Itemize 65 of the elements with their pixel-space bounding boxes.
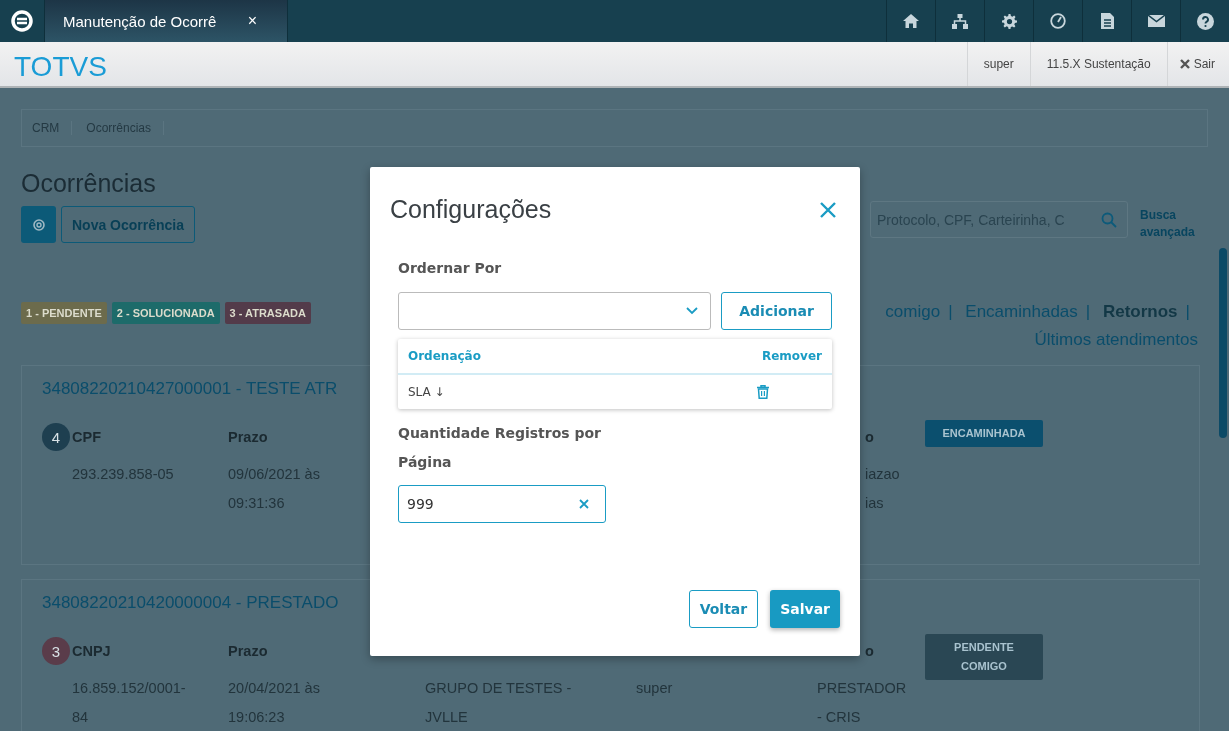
link-separator: | bbox=[1085, 302, 1091, 321]
filter-link[interactable]: Encaminhadas bbox=[965, 302, 1078, 321]
add-button[interactable]: Adicionar bbox=[721, 292, 832, 330]
hierarchy-icon[interactable] bbox=[952, 13, 968, 29]
logout-button[interactable]: Sair bbox=[1166, 42, 1229, 86]
link-separator: | bbox=[948, 302, 953, 321]
status-badge: ENCAMINHADA bbox=[925, 420, 1043, 447]
priority-badge: 3 bbox=[42, 637, 70, 665]
gauge-icon[interactable] bbox=[1050, 13, 1066, 29]
field-value: GRUPO DE TESTES - JVLLE bbox=[425, 679, 573, 727]
occurrence-title[interactable]: 34808220210427000001 - TESTE ATR bbox=[42, 378, 338, 400]
user-name[interactable]: super bbox=[966, 42, 1030, 86]
field-value: iazao ias bbox=[864, 465, 901, 513]
column-header: Remover bbox=[762, 349, 822, 363]
clear-icon[interactable] bbox=[579, 499, 589, 509]
close-icon bbox=[1179, 59, 1190, 69]
field-label: Prazo bbox=[228, 642, 269, 661]
environment-name[interactable]: 11.5.X Sustentação bbox=[1029, 42, 1167, 86]
status-legend-tag: 3 - ATRASADA bbox=[224, 302, 311, 324]
filter-link[interactable]: Retornos bbox=[1102, 302, 1178, 321]
close-icon[interactable] bbox=[820, 201, 836, 218]
status-legend-tag: 1 - PENDENTE bbox=[21, 302, 107, 324]
logo-icon bbox=[11, 10, 33, 32]
field-label: o bbox=[864, 428, 875, 447]
occurrence-title[interactable]: 34808220210420000004 - PRESTADO bbox=[42, 592, 339, 614]
scrollbar-thumb[interactable] bbox=[1219, 248, 1227, 438]
back-button[interactable]: Voltar bbox=[688, 590, 759, 628]
dialog-title: Configurações bbox=[390, 195, 552, 224]
page-title: Ocorrências bbox=[21, 169, 157, 198]
link-separator: | bbox=[1185, 302, 1190, 321]
mail-icon[interactable] bbox=[1147, 15, 1165, 27]
field-label: CPF bbox=[72, 428, 102, 447]
field-value: 16.859.152/0001-84 bbox=[72, 679, 187, 727]
table-cell: SLA ↓ bbox=[408, 385, 445, 399]
quantity-input[interactable]: 999 bbox=[398, 485, 606, 523]
advanced-search-link[interactable]: Busca avançada bbox=[1140, 207, 1208, 241]
status-badge: PENDENTE COMIGO bbox=[925, 634, 1043, 680]
field-label: Quantidade Registros por Página bbox=[398, 424, 603, 472]
priority-badge: 4 bbox=[42, 423, 70, 451]
field-label: o bbox=[864, 642, 875, 661]
new-occurrence-button[interactable]: Nova Ocorrência bbox=[61, 206, 196, 243]
chevron-down-icon bbox=[686, 307, 699, 315]
field-label: CNPJ bbox=[72, 642, 112, 661]
help-icon[interactable] bbox=[1196, 12, 1214, 30]
column-header: Ordenação bbox=[408, 349, 481, 363]
status-legend-tag: 2 - SOLUCIONADA bbox=[111, 302, 220, 324]
settings-icon bbox=[31, 217, 46, 232]
brand-logo: TOTVS bbox=[13, 50, 108, 84]
app-tab[interactable]: Manutenção de Ocorrê × bbox=[45, 0, 288, 42]
field-value: 293.239.858-05 bbox=[72, 465, 175, 484]
save-button[interactable]: Salvar bbox=[770, 590, 840, 628]
field-value: PRESTADOR - CRIS bbox=[817, 679, 908, 727]
field-value: 09/06/2021 às 09:31:36 bbox=[228, 465, 321, 513]
document-icon[interactable] bbox=[1100, 13, 1114, 29]
settings-button[interactable] bbox=[21, 206, 56, 243]
trash-icon[interactable] bbox=[757, 385, 769, 399]
settings-icon[interactable] bbox=[1001, 13, 1017, 29]
home-icon[interactable] bbox=[903, 14, 919, 28]
field-value: super bbox=[636, 679, 674, 698]
filter-link[interactable]: Últimos atendimentos bbox=[1034, 330, 1198, 349]
field-value: 20/04/2021 às 19:06:23 bbox=[228, 679, 321, 727]
filter-link[interactable]: comigo bbox=[885, 302, 941, 321]
close-tab-button[interactable]: × bbox=[247, 12, 257, 30]
field-label: Ordernar Por bbox=[398, 260, 503, 276]
search-icon bbox=[1101, 211, 1117, 228]
